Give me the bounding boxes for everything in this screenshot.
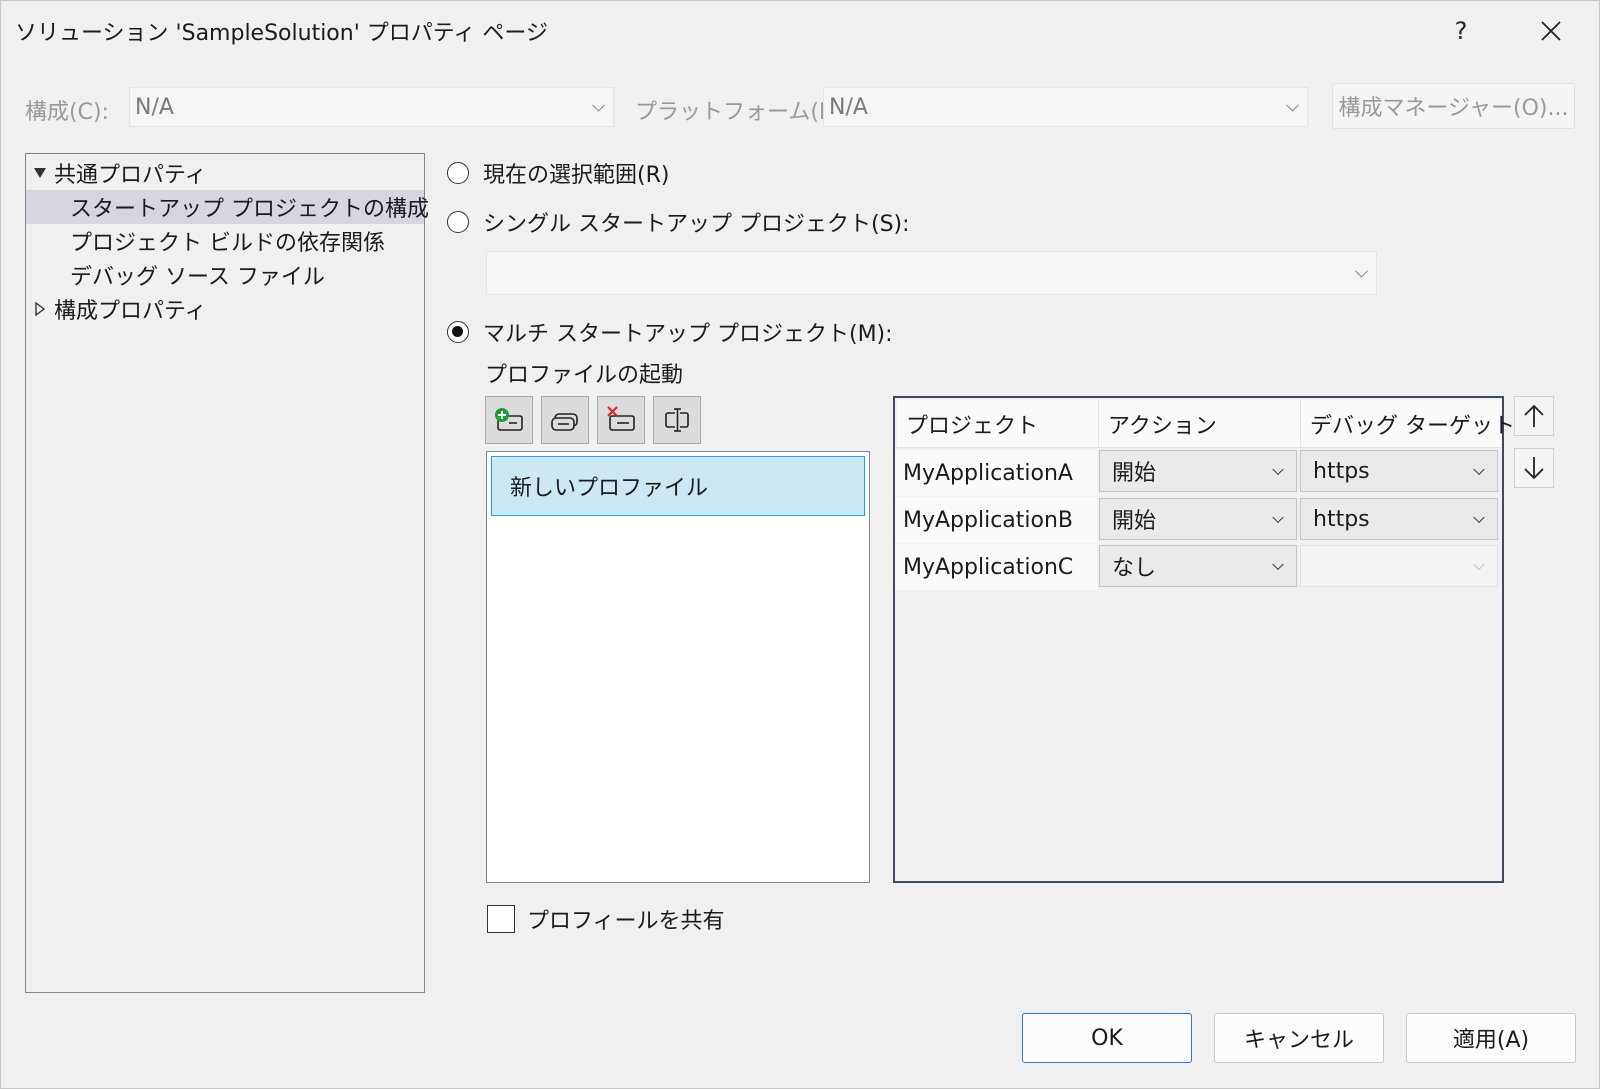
properties-dialog: ソリューション 'SampleSolution' プロパティ ページ ? 構成(… xyxy=(0,0,1600,1089)
close-button[interactable] xyxy=(1528,11,1574,51)
action-combo[interactable]: なし xyxy=(1099,545,1297,587)
chevron-down-icon xyxy=(1286,98,1299,112)
copy-profile-button[interactable] xyxy=(541,396,589,444)
table-row-project: MyApplicationB xyxy=(895,497,1097,543)
tree-node-label: 共通プロパティ xyxy=(54,163,207,188)
move-down-button[interactable] xyxy=(1514,448,1554,488)
action-combo[interactable]: 開始 xyxy=(1099,498,1297,540)
debug-target-combo[interactable]: https xyxy=(1300,450,1498,492)
rename-profile-icon xyxy=(665,408,689,432)
help-icon: ? xyxy=(1454,17,1468,45)
tree-item-startup-project[interactable]: スタートアップ プロジェクトの構成 xyxy=(26,190,429,224)
radio-single-startup[interactable]: シングル スタートアップ プロジェクト(S): xyxy=(447,206,910,238)
radio-current-selection[interactable]: 現在の選択範囲(R) xyxy=(447,157,669,189)
startup-projects-grid: プロジェクト アクション デバッグ ターゲット MyApplicationA 開… xyxy=(893,396,1515,883)
debug-target-combo-disabled xyxy=(1300,545,1498,587)
add-profile-icon xyxy=(495,408,523,431)
platform-value: N/A xyxy=(829,94,868,120)
ok-button[interactable]: OK xyxy=(1022,1013,1192,1063)
action-value: 開始 xyxy=(1112,461,1157,486)
platform-combo[interactable]: N/A xyxy=(823,87,1308,127)
tree-node-label: 構成プロパティ xyxy=(54,299,207,324)
copy-profile-icon xyxy=(551,413,578,431)
collapsed-triangle-icon xyxy=(35,301,46,317)
arrow-up-icon xyxy=(1524,404,1544,427)
config-value: N/A xyxy=(135,94,174,120)
share-profile-checkbox[interactable] xyxy=(487,905,515,933)
single-startup-combo[interactable] xyxy=(486,251,1377,295)
debug-target-value: https xyxy=(1313,506,1370,532)
column-header-project[interactable]: プロジェクト xyxy=(897,400,1099,448)
apply-button[interactable]: 適用(A) xyxy=(1406,1013,1576,1063)
table-row-project: MyApplicationC xyxy=(895,544,1097,590)
tree-item-debug-source-files[interactable]: デバッグ ソース ファイル xyxy=(26,258,424,292)
config-manager-button[interactable]: 構成マネージャー(O)... xyxy=(1332,83,1575,129)
cancel-button[interactable]: キャンセル xyxy=(1214,1013,1384,1063)
tree-item-label: プロジェクト ビルドの依存関係 xyxy=(70,231,385,256)
window-title: ソリューション 'SampleSolution' プロパティ ページ xyxy=(15,21,548,46)
tree-item-label: スタートアップ プロジェクトの構成 xyxy=(70,197,429,222)
chevron-down-icon xyxy=(1473,463,1485,476)
remove-profile-button[interactable] xyxy=(597,396,645,444)
share-profile-row[interactable]: プロフィールを共有 xyxy=(487,903,725,935)
config-label: 構成(C): xyxy=(25,100,109,125)
debug-target-value: https xyxy=(1313,458,1370,484)
config-combo[interactable]: N/A xyxy=(129,87,614,127)
profile-list-item[interactable]: 新しいプロファイル xyxy=(491,456,865,516)
move-up-button[interactable] xyxy=(1514,396,1554,436)
chevron-down-icon xyxy=(1473,558,1485,571)
tree-item-label: デバッグ ソース ファイル xyxy=(70,265,325,290)
radio-multi-startup[interactable]: マルチ スタートアップ プロジェクト(M): xyxy=(447,316,893,348)
radio-label: シングル スタートアップ プロジェクト(S): xyxy=(483,212,910,237)
column-header-action[interactable]: アクション xyxy=(1099,400,1301,448)
launch-profiles-heading: プロファイルの起動 xyxy=(485,363,684,388)
radio-button-selected[interactable] xyxy=(447,321,469,343)
debug-target-combo[interactable]: https xyxy=(1300,498,1498,540)
remove-profile-icon xyxy=(607,406,635,431)
chevron-down-icon xyxy=(1355,264,1368,278)
profile-list[interactable]: 新しいプロファイル xyxy=(486,451,870,883)
action-combo[interactable]: 開始 xyxy=(1099,450,1297,492)
help-button[interactable]: ? xyxy=(1438,11,1484,51)
radio-label: 現在の選択範囲(R) xyxy=(483,163,670,188)
chevron-down-icon xyxy=(592,98,605,112)
chevron-down-icon xyxy=(1272,558,1284,571)
action-value: 開始 xyxy=(1112,509,1157,534)
chevron-down-icon xyxy=(1272,511,1284,524)
tree-node-common[interactable]: 共通プロパティ xyxy=(26,156,424,190)
tree-item-build-dependencies[interactable]: プロジェクト ビルドの依存関係 xyxy=(26,224,424,258)
chevron-down-icon xyxy=(1473,511,1485,524)
radio-label: マルチ スタートアップ プロジェクト(M): xyxy=(483,322,893,347)
radio-button[interactable] xyxy=(447,211,469,233)
platform-label: プラットフォーム(P): xyxy=(635,100,849,125)
expanded-triangle-icon xyxy=(34,168,46,178)
chevron-down-icon xyxy=(1272,463,1284,476)
property-tree: 共通プロパティ スタートアップ プロジェクトの構成 プロジェクト ビルドの依存関… xyxy=(25,153,429,993)
close-icon xyxy=(1541,21,1561,41)
column-header-debug-target[interactable]: デバッグ ターゲット xyxy=(1301,400,1515,448)
radio-button[interactable] xyxy=(447,162,469,184)
profile-name: 新しいプロファイル xyxy=(510,476,709,501)
arrow-down-icon xyxy=(1524,457,1544,480)
add-profile-button[interactable] xyxy=(485,396,533,444)
share-profile-label: プロフィールを共有 xyxy=(527,909,725,934)
table-row-project: MyApplicationA xyxy=(895,450,1097,496)
action-value: なし xyxy=(1112,556,1157,581)
tree-node-config-properties[interactable]: 構成プロパティ xyxy=(26,292,424,326)
rename-profile-button[interactable] xyxy=(653,396,701,444)
